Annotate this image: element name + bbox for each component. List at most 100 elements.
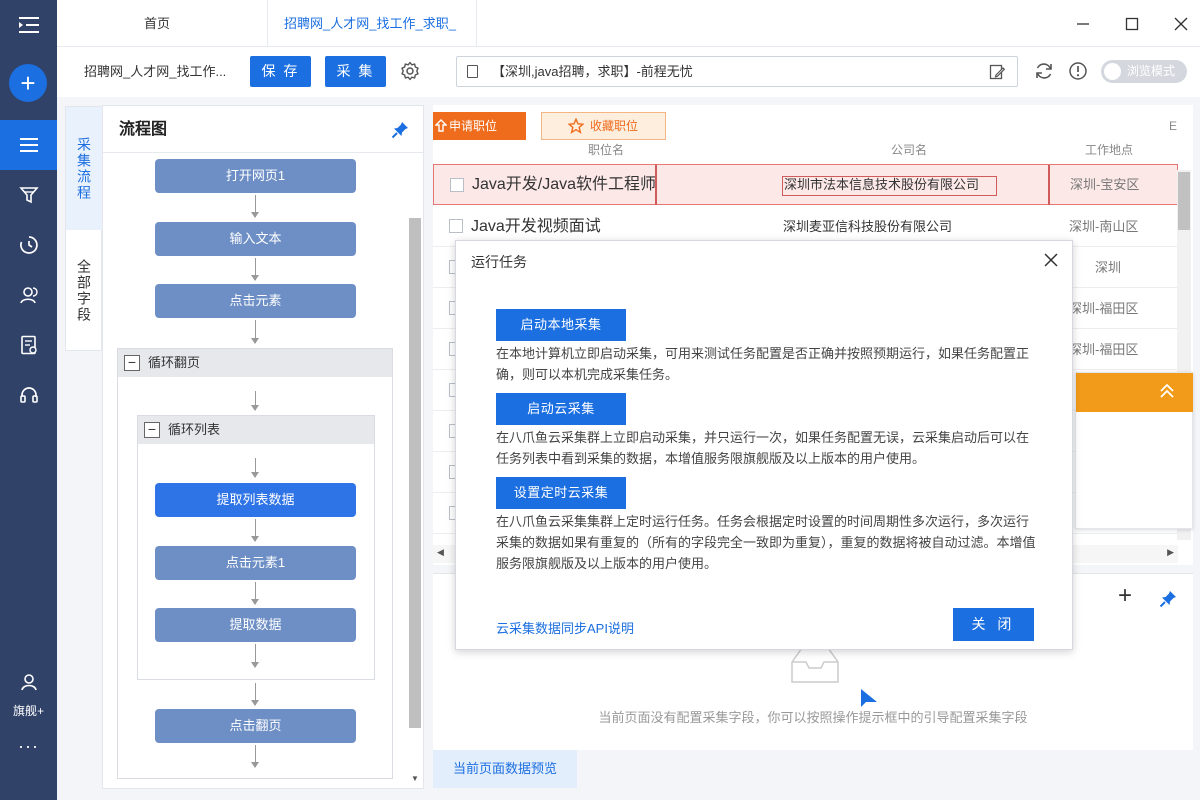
flow-arrow bbox=[251, 320, 259, 344]
save-button[interactable]: 保 存 bbox=[250, 56, 311, 87]
flow-header: 流程图 bbox=[103, 106, 423, 153]
close-window-icon[interactable] bbox=[1169, 12, 1193, 36]
flow-arrow bbox=[251, 683, 259, 706]
favorite-job-button[interactable]: 收藏职位 bbox=[541, 112, 666, 140]
toolbar: 招聘网_人才网_找工作... 保 存 采 集 【深圳,java招聘，求职】-前程… bbox=[57, 47, 1200, 97]
guide-panel bbox=[1075, 372, 1193, 529]
cloud-collect-description: 在八爪鱼云采集群上立即启动采集，并只运行一次，如果任务配置无误，云采集启动后可以… bbox=[496, 430, 1030, 466]
tab-data-preview[interactable]: 当前页面数据预览 bbox=[433, 750, 577, 788]
flow-node-extract-data[interactable]: 提取数据 bbox=[155, 608, 356, 642]
tab-collect-flow[interactable]: 采集流程 bbox=[66, 107, 102, 230]
favorite-label: 收藏职位 bbox=[590, 119, 639, 133]
table-row[interactable]: Java开发/Java软件工程师 深圳市法本信息技术股份有限公司 深圳-宝安区 bbox=[433, 164, 1178, 205]
upload-icon bbox=[435, 119, 447, 132]
side-tabs: 采集流程 全部字段 bbox=[65, 106, 102, 351]
truncated-text: E bbox=[1169, 119, 1178, 133]
run-task-dialog: 运行任务 启动本地采集 在本地计算机立即启动采集，可用来测试任务配置是否正确并按… bbox=[455, 240, 1073, 650]
schedule-cloud-collect-button[interactable]: 设置定时云采集 bbox=[496, 477, 626, 509]
location-cell[interactable]: 深圳-福田区 bbox=[1069, 288, 1138, 329]
title-bar: 首页 招聘网_人才网_找工作_求职_ bbox=[57, 0, 1200, 47]
account-icon[interactable] bbox=[0, 657, 57, 707]
selection-outline bbox=[782, 176, 997, 196]
scroll-right-icon[interactable]: ▶ bbox=[1167, 547, 1174, 558]
flow-arrow bbox=[251, 519, 259, 542]
menu-collapse-icon[interactable] bbox=[0, 0, 57, 50]
page-icon bbox=[467, 65, 478, 78]
filter-icon[interactable] bbox=[0, 170, 57, 220]
start-local-collect-button[interactable]: 启动本地采集 bbox=[496, 309, 626, 341]
selection-divider bbox=[1048, 165, 1050, 205]
api-doc-link[interactable]: 云采集数据同步API说明 bbox=[496, 618, 634, 637]
document-icon[interactable] bbox=[0, 320, 57, 370]
chevron-up-icon[interactable] bbox=[1159, 382, 1175, 400]
collapse-toggle[interactable]: − bbox=[144, 422, 160, 438]
scroll-left-icon[interactable]: ◀ bbox=[437, 547, 444, 558]
flow-node-click-element[interactable]: 点击元素 bbox=[155, 284, 356, 318]
maximize-icon[interactable] bbox=[1120, 12, 1144, 36]
flow-arrow bbox=[251, 458, 259, 478]
history-icon[interactable] bbox=[0, 220, 57, 270]
new-task-button[interactable]: + bbox=[9, 64, 47, 102]
tab-active-task[interactable]: 招聘网_人才网_找工作_求职_ bbox=[267, 0, 477, 47]
account-level-label[interactable]: 旗舰+ bbox=[0, 702, 57, 719]
more-menu-button[interactable]: ··· bbox=[0, 736, 57, 757]
flow-node-extract-list[interactable]: 提取列表数据 bbox=[155, 483, 356, 517]
location-cell[interactable]: 深圳-福田区 bbox=[1069, 329, 1138, 370]
info-icon[interactable] bbox=[1068, 61, 1088, 84]
url-bar[interactable]: 【深圳,java招聘，求职】-前程无忧 bbox=[456, 56, 1018, 87]
col-header-location: 工作地点 bbox=[1085, 143, 1134, 157]
pin-icon[interactable] bbox=[1159, 590, 1177, 611]
loop-list-label: 循环列表 bbox=[168, 422, 221, 437]
headset-support-icon[interactable] bbox=[0, 370, 57, 420]
close-button[interactable]: 关 闭 bbox=[953, 608, 1034, 641]
flow-arrow bbox=[251, 195, 259, 218]
loop-paging-header: − 循环翻页 bbox=[118, 349, 392, 377]
task-title[interactable]: 招聘网_人才网_找工作... bbox=[84, 47, 226, 97]
close-icon[interactable] bbox=[1044, 253, 1058, 270]
minimize-icon[interactable] bbox=[1071, 12, 1095, 36]
user-group-icon[interactable] bbox=[0, 270, 57, 320]
location-cell[interactable]: 深圳-宝安区 bbox=[1070, 164, 1139, 205]
flow-arrow bbox=[251, 745, 259, 768]
url-text[interactable]: 【深圳,java招聘，求职】-前程无忧 bbox=[492, 57, 693, 86]
star-icon bbox=[568, 118, 584, 134]
refresh-icon[interactable] bbox=[1034, 61, 1054, 84]
schedule-collect-description: 在八爪鱼云采集集群上定时运行任务。任务会根据定时设置的时间周期性多次运行，多次运… bbox=[496, 514, 1036, 571]
flow-scrollbar-thumb[interactable] bbox=[409, 218, 421, 728]
location-cell[interactable]: 深圳-南山区 bbox=[1069, 206, 1138, 247]
selection-divider bbox=[655, 165, 657, 205]
flow-panel: 流程图 打开网页1 输入文本 点击元素 − 循环翻页 − 循环列表 提取列表数据… bbox=[102, 105, 424, 789]
flow-node-open-page[interactable]: 打开网页1 bbox=[155, 159, 356, 193]
loop-list-header: − 循环列表 bbox=[138, 416, 374, 444]
empty-inbox-icon bbox=[791, 647, 839, 683]
row-checkbox[interactable] bbox=[449, 219, 463, 233]
flow-arrow bbox=[251, 258, 259, 281]
table-scrollbar-thumb[interactable] bbox=[1178, 172, 1190, 230]
toggle-knob bbox=[1104, 63, 1121, 80]
pin-icon[interactable] bbox=[391, 121, 409, 142]
edit-url-icon[interactable] bbox=[989, 64, 1006, 83]
collapse-toggle[interactable]: − bbox=[124, 355, 140, 371]
tab-all-fields[interactable]: 全部字段 bbox=[66, 230, 102, 351]
location-cell[interactable]: 深圳 bbox=[1095, 247, 1121, 288]
scroll-down-icon[interactable]: ▼ bbox=[411, 774, 419, 783]
add-field-button[interactable]: + bbox=[1118, 584, 1132, 608]
browse-mode-toggle[interactable]: 浏览模式 bbox=[1101, 60, 1187, 83]
task-list-icon[interactable] bbox=[0, 120, 57, 170]
flow-arrow bbox=[251, 644, 259, 668]
start-cloud-collect-button[interactable]: 启动云采集 bbox=[496, 393, 626, 425]
guide-panel-header[interactable] bbox=[1076, 373, 1193, 412]
flow-node-click-next[interactable]: 点击翻页 bbox=[155, 709, 356, 743]
row-checkbox[interactable] bbox=[450, 178, 464, 192]
browse-mode-label: 浏览模式 bbox=[1127, 64, 1176, 78]
collect-button[interactable]: 采 集 bbox=[325, 56, 386, 87]
mouse-cursor-icon bbox=[861, 689, 877, 707]
tab-home[interactable]: 首页 bbox=[117, 0, 197, 47]
col-header-company: 公司名 bbox=[891, 143, 928, 157]
job-title-cell[interactable]: Java开发/Java软件工程师 bbox=[472, 164, 658, 205]
apply-label: 申请职位 bbox=[449, 119, 498, 133]
flow-node-input-text[interactable]: 输入文本 bbox=[155, 222, 356, 256]
gear-icon[interactable] bbox=[400, 61, 420, 84]
flow-arrow bbox=[251, 391, 259, 411]
flow-node-click-element1[interactable]: 点击元素1 bbox=[155, 546, 356, 580]
